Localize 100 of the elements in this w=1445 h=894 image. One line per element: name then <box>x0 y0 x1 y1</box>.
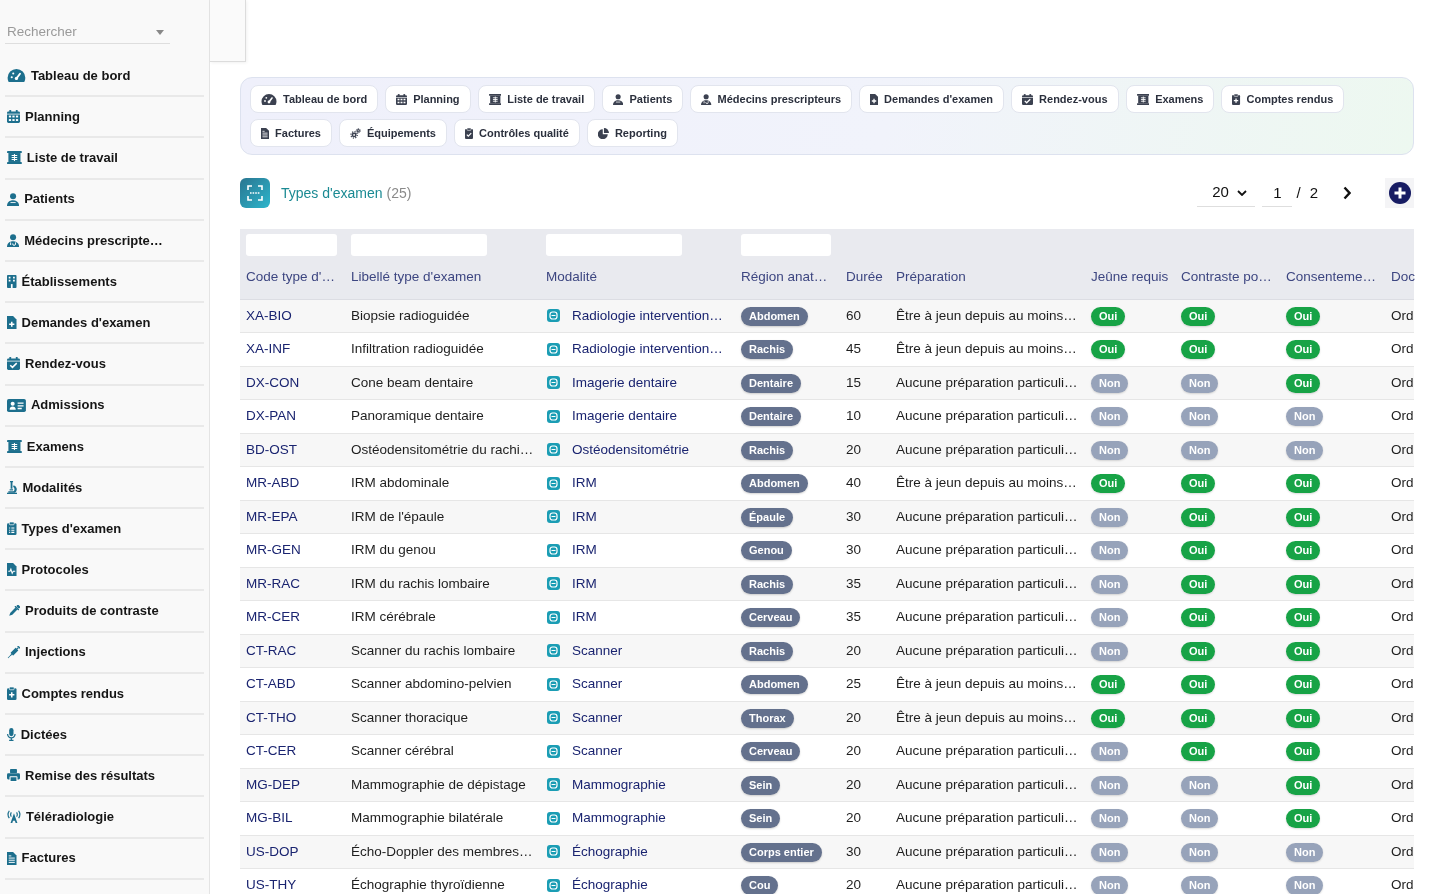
column-header[interactable]: Libellé type d'examen <box>345 256 540 299</box>
code-link[interactable]: MR-CER <box>246 609 300 625</box>
status-badge: Oui <box>1286 541 1321 561</box>
modality-link[interactable]: Mammographie <box>572 774 666 795</box>
column-header[interactable]: Jeûne requis <box>1085 256 1175 299</box>
sidebar-item[interactable]: Remise des résultats <box>5 756 204 798</box>
code-link[interactable]: MR-GEN <box>246 542 301 558</box>
modality-link[interactable]: Ostéodensitométrie <box>572 439 690 460</box>
modality-link[interactable]: IRM <box>572 607 597 628</box>
code-link[interactable]: DX-PAN <box>246 408 296 424</box>
code-link[interactable]: MG-DEP <box>246 776 300 792</box>
add-button[interactable] <box>1385 178 1414 208</box>
status-badge: Non <box>1091 574 1129 594</box>
code-link[interactable]: US-THY <box>246 877 297 893</box>
quick-nav-button[interactable]: Tableau de bord <box>250 85 379 113</box>
modality-link[interactable]: Radiologie intervention… <box>572 339 723 360</box>
sidebar-item[interactable]: Patients <box>5 179 204 221</box>
sidebar-item[interactable]: Types d'examen <box>5 509 204 551</box>
quick-nav-button[interactable]: Contrôles qualité <box>454 119 580 147</box>
sidebar-item[interactable]: Tableau de bord <box>5 56 204 98</box>
column-header[interactable]: Code type d'… <box>240 256 345 299</box>
region-badge: Abdomen <box>741 474 808 494</box>
column-header[interactable]: Consenteme… <box>1280 256 1385 299</box>
table-cell: Ord <box>1385 801 1414 835</box>
status-badge: Non <box>1181 809 1219 829</box>
sidebar-item[interactable]: Liste de travail <box>5 138 204 180</box>
modality-link[interactable]: Échographie <box>572 841 648 862</box>
sidebar-item[interactable]: Comptes rendus <box>5 673 204 715</box>
sidebar-item[interactable]: Planning <box>5 97 204 139</box>
page-input[interactable]: 1 <box>1262 179 1293 207</box>
sidebar-item[interactable]: Injections <box>5 632 204 674</box>
sidebar-item[interactable]: Protocoles <box>5 550 204 592</box>
code-link[interactable]: CT-THO <box>246 709 297 725</box>
modality-icon <box>547 443 560 457</box>
code-link[interactable]: US-DOP <box>246 843 299 859</box>
modality-link[interactable]: IRM <box>572 506 597 527</box>
quick-nav-button[interactable]: Reporting <box>586 119 678 147</box>
modality-link[interactable]: Scanner <box>572 674 623 695</box>
page-size-select[interactable]: 20 <box>1197 179 1256 207</box>
code-link[interactable]: XA-INF <box>246 341 291 357</box>
column-header[interactable]: Modalité <box>540 256 735 299</box>
modality-link[interactable]: Mammographie <box>572 808 666 829</box>
quick-nav-button[interactable]: Comptes rendus <box>1221 85 1345 113</box>
code-link[interactable]: MR-EPA <box>246 508 298 524</box>
modality-link[interactable]: IRM <box>572 573 597 594</box>
sidebar-item[interactable]: Examens <box>5 426 204 468</box>
modality-link[interactable]: IRM <box>572 540 597 561</box>
quick-nav-button[interactable]: Médecins prescripteurs <box>690 85 853 113</box>
modality-link[interactable]: Scanner <box>572 707 623 728</box>
modality-link[interactable]: Imagerie dentaire <box>572 372 678 393</box>
modality-link[interactable]: Imagerie dentaire <box>572 406 678 427</box>
region-badge: Cerveau <box>741 608 801 628</box>
code-link[interactable]: DX-CON <box>246 374 300 390</box>
sidebar-item[interactable]: Factures <box>5 838 204 880</box>
search-field[interactable]: Rechercher <box>5 20 170 44</box>
sidebar-item[interactable]: Rendez-vous <box>5 344 204 386</box>
column-header[interactable]: Préparation <box>890 256 1085 299</box>
quick-nav-button[interactable]: Rendez-vous <box>1011 85 1119 113</box>
code-link[interactable]: CT-CER <box>246 743 297 759</box>
sidebar-item[interactable]: Médecins prescripte… <box>5 220 204 262</box>
sidebar-item[interactable]: Téléradiologie <box>5 797 204 839</box>
status-badge: Oui <box>1181 306 1216 326</box>
code-link[interactable]: CT-RAC <box>246 642 297 658</box>
broadcast-icon <box>7 810 21 824</box>
sidebar-item[interactable]: Demandes d'examen <box>5 303 204 345</box>
modality-link[interactable]: Scanner <box>572 741 623 762</box>
modality-link[interactable]: Échographie <box>572 875 648 894</box>
code-link[interactable]: XA-BIO <box>246 307 292 323</box>
sidebar-item[interactable]: Produits de contraste <box>5 591 204 633</box>
status-badge: Non <box>1091 809 1129 829</box>
sidebar-item[interactable]: Établissements <box>5 261 204 304</box>
quick-nav-button[interactable]: Liste de travail <box>477 85 596 113</box>
column-header[interactable]: Doc <box>1385 256 1414 299</box>
quick-nav-button[interactable]: Équipements <box>338 119 447 147</box>
sidebar-item[interactable]: Dictées <box>5 715 204 757</box>
table-cell: Ord <box>1385 433 1414 467</box>
page-count: 2 <box>1309 182 1318 203</box>
column-header[interactable]: Région anat… <box>735 256 840 299</box>
code-link[interactable]: BD-OST <box>246 441 297 457</box>
code-link[interactable]: MR-RAC <box>246 575 300 591</box>
sidebar-item[interactable]: Admissions <box>5 385 204 427</box>
table-cell: Ord <box>1385 399 1414 433</box>
quick-nav-button[interactable]: Planning <box>385 85 471 113</box>
status-badge: Non <box>1286 407 1324 427</box>
quick-nav-button[interactable]: Factures <box>250 119 332 147</box>
table-cell: Scanner du rachis lombaire <box>345 634 540 668</box>
code-link[interactable]: CT-ABD <box>246 676 296 692</box>
sidebar-item[interactable]: Modalités <box>5 467 204 510</box>
code-link[interactable]: MR-ABD <box>246 475 300 491</box>
code-link[interactable]: MG-BIL <box>246 810 293 826</box>
gauge-icon <box>7 69 26 83</box>
column-header[interactable]: Contraste po… <box>1175 256 1280 299</box>
column-header[interactable]: Durée <box>840 256 890 299</box>
modality-link[interactable]: Radiologie intervention… <box>572 305 723 326</box>
modality-link[interactable]: IRM <box>572 473 597 494</box>
quick-nav-button[interactable]: Patients <box>602 85 684 113</box>
status-badge: Non <box>1091 541 1129 561</box>
quick-nav-button[interactable]: Examens <box>1125 85 1215 113</box>
quick-nav-button[interactable]: Demandes d'examen <box>859 85 1005 113</box>
modality-link[interactable]: Scanner <box>572 640 623 661</box>
